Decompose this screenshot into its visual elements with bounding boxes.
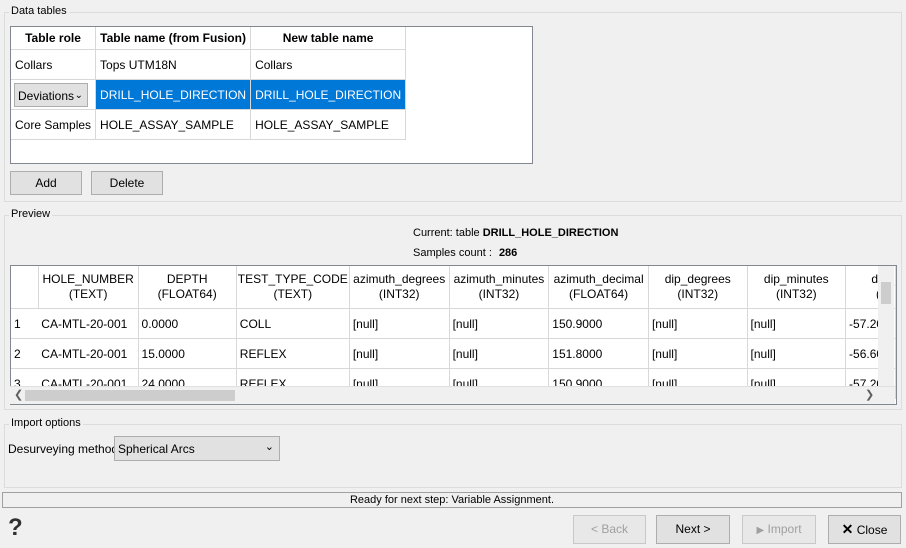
column-header-type: (INT32) [775, 287, 817, 301]
table-name-cell[interactable]: HOLE_ASSAY_SAMPLE [95, 109, 252, 140]
column-header-name: azimuth_degrees [353, 272, 446, 286]
samples-count-label: Samples count : [413, 247, 492, 259]
preview-group-label: Preview [9, 208, 53, 220]
desurveying-method-label: Desurveying method [8, 442, 119, 456]
column-header[interactable]: DEPTH (FLOAT64) [138, 266, 237, 309]
data-tables-table: Table role Table name (from Fusion) New … [11, 27, 407, 140]
samples-count-value: 286 [498, 247, 518, 259]
row-number[interactable]: 2 [11, 338, 39, 369]
column-header-name: dip_degrees [664, 272, 731, 286]
table-row[interactable]: Collars Tops UTM18N Collars [11, 49, 407, 80]
import-options-group-label: Import options [9, 417, 83, 429]
add-button[interactable]: Add [10, 171, 82, 195]
table-cell[interactable]: [null] [747, 338, 847, 369]
status-bar: Ready for next step: Variable Assignment… [2, 492, 902, 508]
corner-header [11, 266, 39, 309]
column-header-type: (INT32) [478, 287, 520, 301]
preview-grid[interactable]: HOLE_NUMBER (TEXT) DEPTH (FLOAT64) TEST_TY… [10, 265, 897, 405]
column-header[interactable]: dip_minutes (INT32) [747, 266, 847, 309]
column-header-type: (TEXT) [68, 287, 108, 301]
table-row-selected[interactable]: Deviations ⌄ DRILL_HOLE_DIRECTION DRILL_… [11, 79, 407, 110]
current-table-line: Current: table DRILL_HOLE_DIRECTION [413, 227, 618, 239]
close-button-label: Close [856, 523, 888, 537]
table-cell[interactable]: 0.0000 [138, 308, 237, 339]
table-cell[interactable]: REFLEX [236, 338, 350, 369]
table-cell[interactable]: CA-MTL-20-001 [38, 338, 139, 369]
preview-table: HOLE_NUMBER (TEXT) DEPTH (FLOAT64) TEST_TY… [11, 266, 896, 399]
column-header-name: TEST_TYPE_CODE [237, 272, 348, 286]
vertical-scroll-thumb[interactable] [881, 282, 891, 304]
column-header-new-table-name[interactable]: New table name [250, 27, 407, 50]
vertical-scrollbar[interactable] [878, 266, 894, 386]
role-cell[interactable]: Collars [11, 49, 97, 80]
column-header-name: DEPTH [166, 272, 208, 286]
delete-button[interactable]: Delete [91, 171, 163, 195]
close-button[interactable]: ✕ Close [828, 515, 901, 544]
column-header-type: (TEXT) [273, 287, 313, 301]
horizontal-scrollbar[interactable]: ❮ ❯ [10, 386, 895, 404]
table-cell[interactable]: 15.0000 [138, 338, 237, 369]
column-header-name: HOLE_NUMBER [42, 272, 134, 286]
chevron-down-icon: ⌄ [264, 441, 274, 453]
table-name-cell[interactable]: DRILL_HOLE_DIRECTION [95, 79, 252, 110]
table-row[interactable]: 1 CA-MTL-20-001 0.0000 COLL [null] [null… [11, 308, 896, 339]
chevron-down-icon: ⌄ [74, 89, 83, 101]
column-header-type: (INT32) [378, 287, 420, 301]
data-tables-group-label: Data tables [9, 5, 69, 17]
desurveying-method-select[interactable]: Spherical Arcs ⌄ [114, 436, 280, 461]
column-header-table-name[interactable]: Table name (from Fusion) [95, 27, 252, 50]
column-header-type: (INT32) [677, 287, 719, 301]
import-button-label: Import [767, 522, 802, 536]
role-combo-value: Deviations [18, 88, 75, 103]
table-cell[interactable]: CA-MTL-20-001 [38, 308, 139, 339]
column-header[interactable]: azimuth_degrees (INT32) [349, 266, 450, 309]
column-header[interactable]: azimuth_decimal (FLOAT64) [548, 266, 649, 309]
table-cell[interactable]: [null] [349, 308, 450, 339]
role-cell[interactable]: Deviations ⌄ [11, 79, 97, 110]
table-cell[interactable]: [null] [648, 308, 748, 339]
column-header-type: (FLOAT64) [157, 287, 217, 301]
column-header[interactable]: HOLE_NUMBER (TEXT) [38, 266, 139, 309]
column-header-type: (FLOAT64) [569, 287, 629, 301]
column-header[interactable]: azimuth_minutes (INT32) [449, 266, 550, 309]
desurveying-method-value: Spherical Arcs [118, 442, 195, 456]
table-cell[interactable]: COLL [236, 308, 350, 339]
table-row[interactable]: Core Samples HOLE_ASSAY_SAMPLE HOLE_ASSA… [11, 109, 407, 140]
import-button[interactable]: ▶ Import [742, 515, 816, 544]
table-cell[interactable]: [null] [449, 308, 550, 339]
column-header-name: azimuth_decimal [553, 272, 644, 286]
column-header[interactable]: TEST_TYPE_CODE (TEXT) [236, 266, 350, 309]
horizontal-scroll-thumb[interactable] [25, 390, 235, 401]
table-cell[interactable]: [null] [349, 338, 450, 369]
help-icon[interactable]: ? [8, 514, 23, 542]
scroll-left-icon[interactable]: ❮ [14, 388, 23, 401]
scroll-right-icon[interactable]: ❯ [865, 388, 874, 401]
current-table-prefix: Current: table [413, 227, 480, 239]
play-icon: ▶ [756, 525, 765, 536]
new-name-cell[interactable]: HOLE_ASSAY_SAMPLE [250, 109, 407, 140]
close-icon: ✕ [841, 521, 854, 537]
table-row[interactable]: 2 CA-MTL-20-001 15.0000 REFLEX [null] [n… [11, 338, 896, 369]
table-cell[interactable]: [null] [449, 338, 550, 369]
row-number[interactable]: 1 [11, 308, 39, 339]
table-cell[interactable]: 151.8000 [548, 338, 649, 369]
samples-count-line: Samples count : 286 [413, 247, 517, 259]
column-header[interactable]: dip_degrees (INT32) [648, 266, 748, 309]
column-header-name: dip_minutes [763, 272, 829, 286]
table-cell[interactable]: [null] [648, 338, 748, 369]
data-tables-list[interactable]: Table role Table name (from Fusion) New … [10, 26, 533, 164]
role-combo[interactable]: Deviations ⌄ [14, 82, 88, 107]
role-cell[interactable]: Core Samples [11, 109, 97, 140]
new-name-cell[interactable]: Collars [250, 49, 407, 80]
back-button[interactable]: < Back [573, 515, 646, 544]
column-header-table-role[interactable]: Table role [11, 27, 97, 50]
table-name-cell[interactable]: Tops UTM18N [95, 49, 252, 80]
new-name-cell[interactable]: DRILL_HOLE_DIRECTION [250, 79, 407, 110]
column-header-name: azimuth_minutes [453, 272, 545, 286]
table-cell[interactable]: 150.9000 [548, 308, 649, 339]
next-button[interactable]: Next > [656, 515, 730, 544]
table-cell[interactable]: [null] [747, 308, 847, 339]
current-table-name: DRILL_HOLE_DIRECTION [482, 227, 619, 239]
